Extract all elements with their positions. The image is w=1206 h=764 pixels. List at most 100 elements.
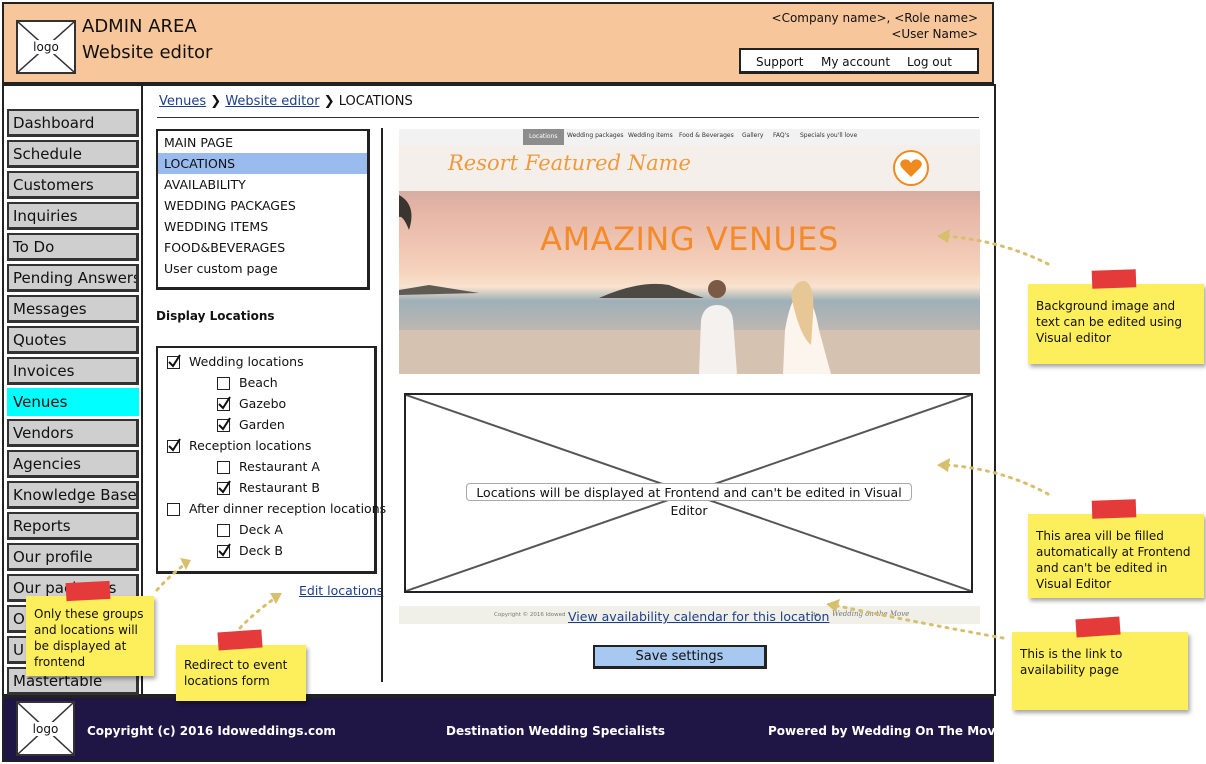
page-item-wedding-items[interactable]: WEDDING ITEMS (158, 216, 367, 237)
checkbox-label: Wedding locations (189, 354, 304, 369)
save-settings-button[interactable]: Save settings (593, 645, 767, 669)
beach-couple-image (399, 145, 980, 374)
checkbox-label: Restaurant B (239, 480, 320, 495)
sidebar-item-inquiries[interactable]: Inquiries (7, 202, 139, 230)
checkbox-restaurant-b[interactable] (217, 480, 231, 495)
top-nav-bar: Support My account Log out (739, 48, 979, 74)
admin-area-title: ADMIN AREA (82, 16, 197, 37)
sidebar-item-customers[interactable]: Customers (7, 171, 139, 199)
page-item-food-beverages[interactable]: FOOD&BEVERAGES (158, 237, 367, 258)
preview-nav-item[interactable]: FAQ's (773, 132, 789, 139)
breadcrumb-current: LOCATIONS (338, 94, 413, 109)
sidebar-item-quotes[interactable]: Quotes (7, 326, 139, 354)
page-item-wedding-packages[interactable]: WEDDING PACKAGES (158, 195, 367, 216)
checkbox-after-dinner-reception-locations[interactable] (167, 503, 180, 516)
sidebar-item-pending-answers[interactable]: Pending Answers (7, 264, 139, 292)
sidebar-item-our-profile[interactable]: Our profile (7, 543, 139, 571)
footer-logo: logo (16, 701, 75, 756)
footer-powered-by: Powered by Wedding On The Move (768, 724, 1004, 738)
tape (217, 629, 263, 651)
checkbox-label: Deck B (239, 543, 283, 558)
note-text: This area vill be filled automatically a… (1036, 529, 1191, 591)
page-item-availability[interactable]: AVAILABILITY (158, 174, 367, 195)
resort-featured-name[interactable]: Resort Featured Name (448, 151, 691, 175)
display-locations-heading: Display Locations (156, 309, 275, 323)
locations-checklist: Wedding locations Beach Gazebo Garden Recept… (156, 346, 386, 574)
note-text: Only these groups and locations will be … (34, 607, 144, 669)
checkbox-deck-b[interactable] (217, 543, 231, 558)
preview-nav-item[interactable]: Wedding packages (567, 132, 624, 139)
note-text: Redirect to event locations form (184, 658, 288, 688)
checkbox-restaurant-a[interactable] (217, 461, 230, 474)
preview-footer-copyright: Copyright © 2016 Idowed (494, 612, 566, 618)
breadcrumb-venues[interactable]: Venues (159, 94, 206, 109)
sidebar-item-knowledge-base[interactable]: Knowledge Base (7, 481, 139, 509)
footer-tagline: Destination Wedding Specialists (446, 724, 666, 738)
checkbox-beach[interactable] (217, 377, 230, 390)
placeholder-text: Locations will be displayed at Frontend … (466, 483, 912, 518)
checkbox-label: After dinner reception locations (189, 501, 387, 516)
sidebar-item-dashboard[interactable]: Dashboard (7, 109, 139, 137)
chevron-right-icon: ❯ (210, 94, 222, 109)
preview-nav-item[interactable]: Locations (523, 129, 564, 145)
breadcrumb-website-editor[interactable]: Website editor (225, 94, 319, 109)
checkbox-label: Beach (239, 375, 278, 390)
sidebar-item-invoices[interactable]: Invoices (7, 357, 139, 385)
page-item-user-custom-page[interactable]: User custom page (158, 258, 367, 279)
note-redirect-form: Redirect to event locations form (176, 629, 306, 701)
sidebar-item-reports[interactable]: Reports (7, 512, 139, 540)
breadcrumb: Venues ❯ Website editor ❯ LOCATIONS (159, 94, 413, 109)
my-account-link[interactable]: My account (821, 55, 890, 69)
website-editor-subtitle: Website editor (82, 42, 213, 63)
checkbox-deck-a[interactable] (217, 524, 230, 537)
hero-image[interactable] (399, 145, 980, 374)
preview-nav-item[interactable]: Food & Beverages (679, 132, 734, 139)
checkmark-icon (218, 480, 231, 494)
note-text: This is the link to availability page (1020, 647, 1123, 677)
checkmark-icon (168, 354, 181, 368)
sidebar-item-venues[interactable]: Venues (7, 388, 139, 416)
checkmark-icon (218, 396, 231, 410)
checkmark-icon (218, 417, 231, 431)
preview-nav-bar: Locations Wedding packages Wedding items Fo… (399, 129, 980, 145)
header-logo: logo (16, 20, 76, 74)
footer-copyright: Copyright (c) 2016 Idoweddings.com (87, 724, 336, 738)
note-displayed-groups: Only these groups and locations will be … (26, 580, 154, 676)
checkbox-label: Restaurant A (239, 459, 320, 474)
checkbox-label: Deck A (239, 522, 283, 537)
page-item-main-page[interactable]: MAIN PAGE (158, 132, 367, 153)
hero-headline[interactable]: AMAZING VENUES (399, 220, 980, 258)
preview-nav-item[interactable]: Gallery (742, 132, 763, 139)
checkmark-icon (168, 438, 181, 452)
sidebar-item-agencies[interactable]: Agencies (7, 450, 139, 478)
heart-icon[interactable] (893, 150, 929, 186)
log-out-link[interactable]: Log out (907, 55, 952, 69)
sidebar-item-schedule[interactable]: Schedule (7, 140, 139, 168)
tape (65, 580, 111, 602)
sidebar-item-vendors[interactable]: Vendors (7, 419, 139, 447)
preview-footer-signature: Wedding on the Move (832, 610, 910, 618)
checkbox-wedding-locations[interactable] (167, 354, 181, 369)
availability-calendar-link[interactable]: View availability calendar for this loca… (568, 609, 829, 624)
chevron-right-icon: ❯ (323, 94, 335, 109)
sidebar-item-to-do[interactable]: To Do (7, 233, 139, 261)
user-name-text: <User Name> (891, 27, 978, 41)
company-role-text: <Company name>, <Role name> (771, 11, 978, 25)
logo-label: logo (31, 40, 61, 54)
edit-locations-link[interactable]: Edit locations (299, 583, 383, 598)
note-background-editable: Background image and text can be edited … (1028, 269, 1204, 364)
checkbox-gazebo[interactable] (217, 396, 231, 411)
page-item-locations[interactable]: LOCATIONS (158, 153, 367, 174)
preview-nav-item[interactable]: Specials you'll love (800, 132, 857, 139)
sidebar-item-messages[interactable]: Messages (7, 295, 139, 323)
preview-nav-item[interactable]: Wedding items (628, 132, 673, 139)
support-link[interactable]: Support (756, 55, 803, 69)
checkbox-reception-locations[interactable] (167, 438, 181, 453)
vertical-divider (381, 128, 383, 682)
note-availability-link: This is the link to availability page (1012, 616, 1188, 710)
checkbox-label: Reception locations (189, 438, 312, 453)
note-text: Background image and text can be edited … (1036, 299, 1182, 345)
tape (1091, 499, 1137, 519)
checkbox-garden[interactable] (217, 417, 231, 432)
logo-label: logo (30, 721, 61, 736)
